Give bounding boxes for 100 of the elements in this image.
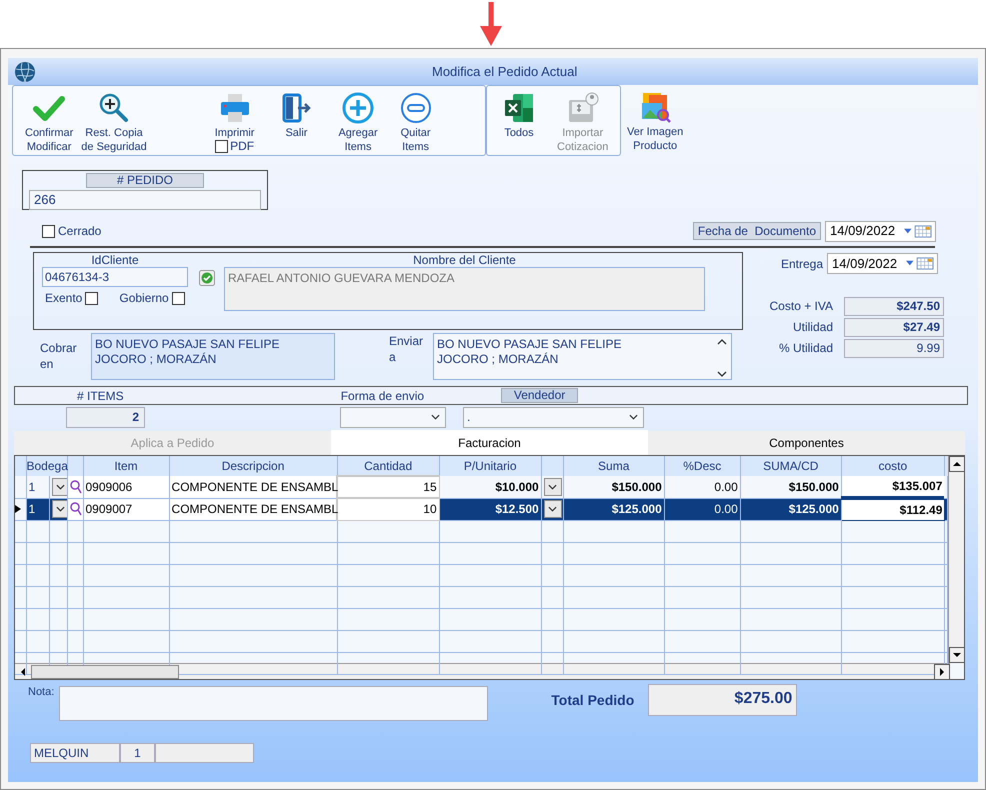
field-label: Vendedor — [501, 388, 578, 403]
scroll-up-icon[interactable] — [717, 339, 727, 345]
checkbox[interactable] — [85, 292, 98, 304]
column-header[interactable]: Descripcion — [169, 456, 338, 476]
calendar-icon[interactable] — [905, 257, 936, 270]
table-cell: $135.007 — [841, 476, 944, 498]
order-number-field[interactable]: 266 — [29, 190, 261, 210]
total-field: $247.50 — [844, 296, 944, 316]
checkbox-label: PDF — [230, 139, 254, 153]
table-cell: $125.000 — [563, 498, 664, 520]
current-row-icon — [15, 505, 21, 513]
checkbox-label: Cerrado — [58, 223, 102, 240]
shipping-address-field[interactable]: BO NUEVO PASAJE SAN FELIPE JOCORO ; MORAZÁN — [433, 333, 732, 380]
checkbox[interactable] — [172, 292, 185, 304]
table-cell: $125.000 — [740, 498, 842, 520]
toolbar-button[interactable]: Confirmar Modificar — [21, 86, 78, 154]
field-label: Costo + IVA — [768, 298, 833, 315]
status-cell: 1 — [120, 743, 155, 763]
table-cell: $112.49 — [841, 498, 944, 520]
field-label: # ITEMS — [77, 388, 124, 404]
scroll-up-icon[interactable] — [949, 456, 964, 472]
date-value: 14/09/2022 — [830, 222, 896, 240]
pdf-checkbox[interactable] — [215, 140, 228, 152]
table-cell: 0.00 — [664, 498, 740, 520]
table-cell: COMPONENTE DE ENSAMBL — [169, 498, 338, 520]
grid-row[interactable]: 1 0909007 COMPONENTE DE ENSAMBL 10 $12.500 $125.000 0.00 $125.000 $112.49 — [15, 498, 948, 520]
table-cell[interactable]: 10 — [337, 498, 440, 520]
seller-dropdown[interactable]: . — [463, 406, 644, 428]
dropdown-button[interactable] — [544, 500, 562, 518]
checkbox-label: Gobierno — [119, 290, 169, 307]
zoom-in-icon — [98, 92, 130, 124]
toolbar-button[interactable]: Ver Imagen Producto — [623, 85, 688, 153]
field-label: Forma de envio — [340, 388, 424, 404]
date-field[interactable]: 14/09/2022 — [825, 220, 936, 242]
table-cell: 0909007 — [83, 498, 170, 520]
image-book-icon — [639, 91, 672, 123]
window-title: Modifica el Pedido Actual — [432, 62, 578, 81]
caret-icon — [56, 506, 65, 512]
total-label: Total Pedido — [551, 691, 634, 710]
verified-icon[interactable] — [199, 270, 215, 286]
column-header[interactable]: Suma — [563, 456, 664, 476]
client-id-field[interactable]: 04676134-3 — [42, 267, 188, 287]
field-label: Nota: — [28, 685, 54, 700]
field-label: IdCliente — [90, 253, 140, 267]
note-field[interactable] — [59, 686, 488, 721]
globe-icon — [14, 60, 36, 82]
horizontal-scrollbar[interactable] — [15, 663, 950, 679]
column-header[interactable]: P/Unitario — [439, 456, 542, 476]
column-header[interactable]: Item — [83, 456, 170, 476]
invoice-icon — [566, 92, 599, 124]
total-order-field: $275.00 — [648, 684, 798, 716]
table-cell: $150.000 — [740, 476, 842, 498]
toolbar-button[interactable]: Todos — [499, 86, 539, 140]
column-header[interactable]: SUMA/CD — [740, 456, 842, 476]
caret-icon — [548, 506, 558, 512]
field-label: Fecha de Documento — [692, 222, 821, 240]
dropdown-button[interactable] — [544, 478, 562, 496]
total-field: $27.49 — [844, 318, 944, 336]
dropdown-button[interactable] — [52, 500, 66, 518]
minus-circle-icon — [400, 92, 432, 124]
grid-row[interactable]: 1 0909006 COMPONENTE DE ENSAMBL 15 $10.000 $150.000 0.00 $150.000 $135.007 — [15, 476, 948, 498]
field-label: Utilidad — [792, 319, 833, 336]
column-header[interactable]: Cantidad — [337, 456, 440, 476]
spreadsheet-icon — [503, 92, 535, 124]
calendar-icon[interactable] — [903, 224, 933, 238]
search-icon[interactable] — [70, 478, 82, 495]
items-count-field: 2 — [66, 406, 145, 428]
toolbar-button[interactable]: Rest. Copia de Seguridad — [77, 86, 151, 154]
address-text: BO NUEVO PASAJE SAN FELIPE JOCORO ; MORAZÁN — [437, 337, 622, 368]
scroll-down-icon[interactable] — [949, 647, 964, 663]
caret-icon — [56, 484, 65, 490]
field-label: # PEDIDO — [86, 173, 204, 188]
checkbox[interactable] — [42, 224, 55, 238]
table-cell[interactable]: 15 — [337, 476, 440, 498]
status-cell: MELQUIN — [30, 743, 120, 763]
tab[interactable]: Componentes — [648, 431, 965, 455]
search-icon[interactable] — [70, 501, 82, 517]
scroll-right-icon[interactable] — [934, 664, 950, 679]
column-header[interactable]: Bodega — [26, 456, 67, 476]
field-label: % Utilidad — [778, 340, 833, 357]
billing-address-field[interactable]: BO NUEVO PASAJE SAN FELIPE JOCORO ; MORAZÁN — [91, 333, 335, 380]
dropdown-value: . — [467, 409, 470, 426]
date-field[interactable]: 14/09/2022 — [827, 253, 938, 274]
dropdown-button[interactable] — [52, 478, 66, 496]
printer-icon — [218, 92, 251, 124]
scroll-down-icon[interactable] — [717, 371, 727, 377]
toolbar-button[interactable]: Agregar Items — [334, 86, 382, 154]
toolbar-button[interactable]: Salir — [276, 86, 316, 140]
column-header[interactable]: costo — [841, 456, 944, 476]
table-cell: 0909006 — [83, 476, 170, 498]
tab[interactable]: Facturacion — [331, 430, 648, 455]
scroll-thumb[interactable] — [31, 664, 179, 678]
vertical-scrollbar[interactable] — [948, 456, 964, 663]
toolbar-button[interactable]: Quitar Items — [396, 86, 436, 154]
arrow-down-icon — [480, 2, 502, 46]
column-header[interactable]: %Desc — [664, 456, 740, 476]
toolbar-button[interactable]: Imprimir — [210, 86, 258, 140]
table-cell: 0.00 — [664, 476, 740, 498]
caret-icon — [548, 484, 558, 490]
field-label: Cobrar en — [40, 340, 78, 373]
